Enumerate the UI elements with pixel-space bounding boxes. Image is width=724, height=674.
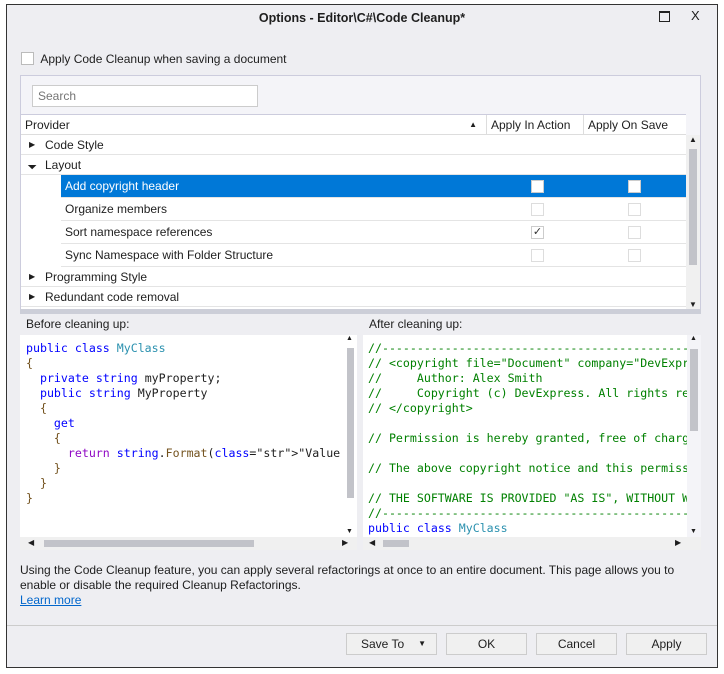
code-line: {	[26, 356, 33, 370]
tree-item-add-copyright-header[interactable]: Add copyright header	[61, 175, 686, 198]
tree-item-organize-members[interactable]: Organize members	[61, 198, 686, 221]
expand-icon[interactable]: ▶	[29, 267, 35, 287]
splitter[interactable]	[20, 309, 701, 314]
column-provider[interactable]: Provider ▲	[21, 115, 485, 135]
code-line: }	[26, 491, 33, 505]
code-line: //--------------------------------------…	[368, 506, 687, 520]
after-vscrollbar[interactable]: ▲ ▼	[687, 335, 701, 537]
code-line: public class MyClass	[26, 341, 166, 355]
apply-in-action-checkbox[interactable]	[531, 249, 544, 262]
checkbox-icon[interactable]	[21, 52, 34, 66]
before-code-view[interactable]: public class MyClass{ private string myP…	[20, 335, 344, 537]
apply-on-save-checkbox[interactable]	[628, 180, 641, 193]
options-dialog: Options - Editor\C#\Code Cleanup* X Appl…	[6, 4, 718, 668]
maximize-icon[interactable]	[659, 11, 670, 22]
tree-item-sync-namespace[interactable]: Sync Namespace with Folder Structure	[61, 244, 686, 267]
scroll-up-icon[interactable]: ▲	[689, 135, 697, 144]
search-input[interactable]	[32, 85, 258, 107]
tree-group-programming-style[interactable]: ▶ Programming Style	[21, 267, 686, 287]
after-hscrollbar[interactable]: ◀ ▶	[363, 537, 701, 550]
cancel-button[interactable]: Cancel	[536, 633, 617, 655]
after-code-view[interactable]: //--------------------------------------…	[363, 335, 687, 537]
collapse-icon[interactable]: ◢	[23, 156, 41, 174]
code-line: public class MyClass	[368, 521, 508, 535]
code-line: // Author: Alex Smith	[368, 371, 543, 385]
description-text: Using the Code Cleanup feature, you can …	[20, 563, 675, 592]
apply-on-save-checkbox[interactable]	[628, 203, 641, 216]
sort-ascending-icon: ▲	[469, 120, 477, 129]
apply-in-action-checkbox[interactable]	[531, 180, 544, 193]
apply-on-save-checkbox[interactable]	[628, 249, 641, 262]
code-line: // Copyright (c) DevExpress. All rights …	[368, 386, 687, 400]
dropdown-arrow-icon: ▼	[418, 639, 426, 648]
code-line: // THE SOFTWARE IS PROVIDED "AS IS", WIT…	[368, 491, 687, 505]
code-line: // <copyright file="Document" company="D…	[368, 356, 687, 370]
before-hscrollbar[interactable]: ◀ ▶	[20, 537, 357, 550]
close-button[interactable]: X	[691, 8, 700, 23]
expand-icon[interactable]: ▶	[29, 287, 35, 307]
apply-on-save-checkbox[interactable]	[628, 226, 641, 239]
code-line: {	[39, 401, 47, 415]
code-line: private string myProperty;	[39, 371, 222, 385]
code-line: public string MyProperty	[39, 386, 208, 400]
code-line: //--------------------------------------…	[368, 341, 687, 355]
code-line: return string.Format(class="str">"Value …	[67, 446, 341, 460]
save-to-button[interactable]: Save To ▼	[346, 633, 437, 655]
expand-icon[interactable]: ▶	[29, 135, 35, 155]
tree-group-code-style[interactable]: ▶ Code Style	[21, 135, 686, 155]
providers-panel: Provider▲ Apply In Action Apply On Save …	[20, 75, 701, 311]
before-vscrollbar[interactable]: ▲ ▼	[344, 335, 357, 537]
code-line: {	[53, 431, 61, 445]
code-line: // Permission is hereby granted, free of…	[368, 431, 687, 445]
tree-scrollbar[interactable]: ▲ ▼	[686, 135, 700, 309]
tree-item-sort-namespace-references[interactable]: Sort namespace references ✓	[61, 221, 686, 244]
window-title: Options - Editor\C#\Code Cleanup*	[258, 11, 466, 25]
learn-more-link[interactable]: Learn more	[20, 593, 81, 607]
apply-in-action-checkbox[interactable]: ✓	[531, 226, 544, 239]
tree-group-layout[interactable]: ◢ Layout	[21, 155, 686, 175]
before-label: Before cleaning up:	[26, 317, 130, 331]
code-line: get	[53, 416, 75, 430]
separator	[7, 625, 717, 626]
grid-header: Provider ▲ Apply In Action Apply On Save	[21, 114, 686, 135]
code-line: // </copyright>	[368, 401, 473, 415]
tree-group-redundant-code-removal[interactable]: ▶ Redundant code removal	[21, 287, 686, 307]
apply-button[interactable]: Apply	[626, 633, 707, 655]
code-line: // The above copyright notice and this p…	[368, 461, 687, 475]
column-apply-on-save[interactable]: Apply On Save	[583, 115, 682, 135]
column-apply-in-action[interactable]: Apply In Action	[486, 115, 583, 135]
scrollbar-thumb[interactable]	[689, 149, 697, 265]
apply-on-save-label: Apply Code Cleanup when saving a documen…	[40, 51, 287, 66]
apply-in-action-checkbox[interactable]	[531, 203, 544, 216]
code-line: }	[39, 476, 47, 490]
scroll-down-icon[interactable]: ▼	[689, 300, 697, 309]
after-label: After cleaning up:	[369, 317, 463, 331]
ok-button[interactable]: OK	[446, 633, 527, 655]
code-line: }	[53, 461, 61, 475]
apply-on-save-checkbox[interactable]: Apply Code Cleanup when saving a documen…	[21, 51, 287, 66]
provider-tree: ▶ Code Style ◢ Layout Add copyright header…	[21, 135, 686, 309]
